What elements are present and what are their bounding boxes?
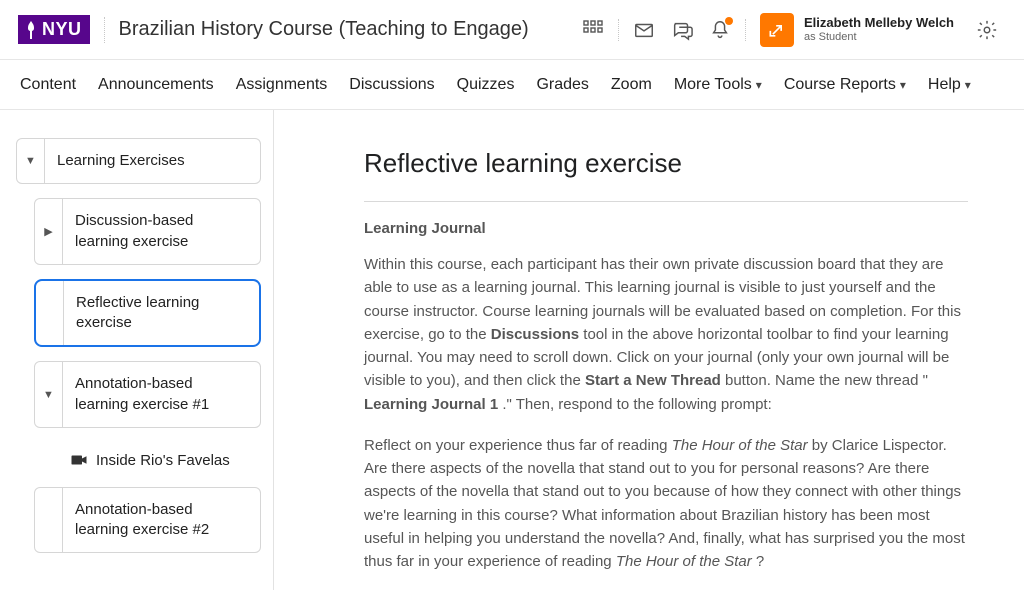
- sidebar-item-label: Annotation-based learning exercise #1: [63, 362, 260, 427]
- top-bar: NYU Brazilian History Course (Teaching t…: [0, 0, 1024, 60]
- user-avatar-icon: [760, 13, 794, 47]
- sidebar-item-label: Inside Rio's Favelas: [96, 452, 230, 469]
- sidebar-item-label: Discussion-based learning exercise: [63, 199, 260, 264]
- nav-more-tools[interactable]: More Tools ▾: [674, 76, 762, 94]
- user-role: as Student: [804, 31, 954, 44]
- divider: [364, 201, 968, 202]
- course-title[interactable]: Brazilian History Course (Teaching to En…: [119, 18, 529, 41]
- text: ." Then, respond to the following prompt…: [502, 396, 771, 413]
- bold-text: Start a New Thread: [585, 372, 721, 389]
- chevron-down-icon: ▾: [965, 78, 971, 92]
- content-sidebar: ▼ Learning Exercises ▶ Discussion-based …: [0, 110, 274, 590]
- main-content: Reflective learning exercise Learning Jo…: [274, 110, 1024, 590]
- nav-quizzes[interactable]: Quizzes: [457, 76, 515, 94]
- nav-help[interactable]: Help ▾: [928, 76, 971, 94]
- section-subhead: Learning Journal: [364, 220, 968, 237]
- text: Reflect on your experience thus far of r…: [364, 437, 672, 454]
- italic-text: The Hour of the Star: [672, 437, 808, 454]
- chat-icon[interactable]: [663, 11, 701, 49]
- chevron-down-icon: ▾: [756, 78, 762, 92]
- text: by Clarice Lispector. Are there aspects …: [364, 437, 965, 570]
- sidebar-item-label: Annotation-based learning exercise #2: [63, 488, 260, 553]
- nav-assignments[interactable]: Assignments: [236, 76, 328, 94]
- nav-label: Course Reports: [784, 76, 896, 94]
- italic-text: The Hour of the Star: [616, 553, 752, 570]
- gear-icon[interactable]: [968, 11, 1006, 49]
- nav-zoom[interactable]: Zoom: [611, 76, 652, 94]
- text: button. Name the new thread ": [725, 372, 928, 389]
- sidebar-item-discussion-exercise[interactable]: ▶ Discussion-based learning exercise: [34, 198, 261, 265]
- sidebar-leaf-inside-rios-favelas[interactable]: Inside Rio's Favelas: [34, 442, 261, 487]
- user-name: Elizabeth Melleby Welch: [804, 16, 954, 31]
- caret-down-icon[interactable]: ▼: [17, 139, 45, 183]
- sidebar-item-reflective-exercise[interactable]: Reflective learning exercise: [34, 279, 261, 348]
- user-menu[interactable]: Elizabeth Melleby Welch as Student: [760, 13, 954, 47]
- mail-icon[interactable]: [625, 11, 663, 49]
- notification-dot: [725, 17, 733, 25]
- nyu-logo[interactable]: NYU: [18, 15, 90, 44]
- divider: [745, 19, 746, 41]
- chevron-down-icon: ▾: [900, 78, 906, 92]
- text: ?: [756, 553, 764, 570]
- divider: [618, 19, 619, 41]
- sidebar-item-label: Learning Exercises: [45, 139, 197, 183]
- course-nav: Content Announcements Assignments Discus…: [0, 60, 1024, 110]
- logo-text: NYU: [42, 19, 82, 40]
- paragraph-2: Reflect on your experience thus far of r…: [364, 434, 968, 574]
- nav-announcements[interactable]: Announcements: [98, 76, 214, 94]
- nav-label: More Tools: [674, 76, 752, 94]
- caret-placeholder: [35, 488, 63, 553]
- nav-discussions[interactable]: Discussions: [349, 76, 434, 94]
- sidebar-item-annotation-2[interactable]: Annotation-based learning exercise #2: [34, 487, 261, 554]
- caret-right-icon[interactable]: ▶: [35, 199, 63, 264]
- page-title: Reflective learning exercise: [364, 148, 968, 179]
- caret-down-icon[interactable]: ▼: [35, 362, 63, 427]
- nav-course-reports[interactable]: Course Reports ▾: [784, 76, 906, 94]
- nav-label: Help: [928, 76, 961, 94]
- bold-text: Learning Journal 1: [364, 396, 498, 413]
- paragraph-1: Within this course, each participant has…: [364, 253, 968, 416]
- torch-icon: [24, 20, 38, 40]
- sidebar-root-learning-exercises[interactable]: ▼ Learning Exercises: [16, 138, 261, 184]
- divider: [104, 17, 105, 43]
- nav-content[interactable]: Content: [20, 76, 76, 94]
- bell-icon[interactable]: [701, 11, 739, 49]
- sidebar-item-annotation-1[interactable]: ▼ Annotation-based learning exercise #1: [34, 361, 261, 428]
- bold-text: Discussions: [491, 326, 579, 343]
- video-icon: [70, 452, 88, 468]
- apps-icon[interactable]: [574, 11, 612, 49]
- nav-grades[interactable]: Grades: [536, 76, 588, 94]
- sidebar-item-label: Reflective learning exercise: [64, 281, 259, 346]
- caret-placeholder: [36, 281, 64, 346]
- top-icon-group: Elizabeth Melleby Welch as Student: [574, 11, 1006, 49]
